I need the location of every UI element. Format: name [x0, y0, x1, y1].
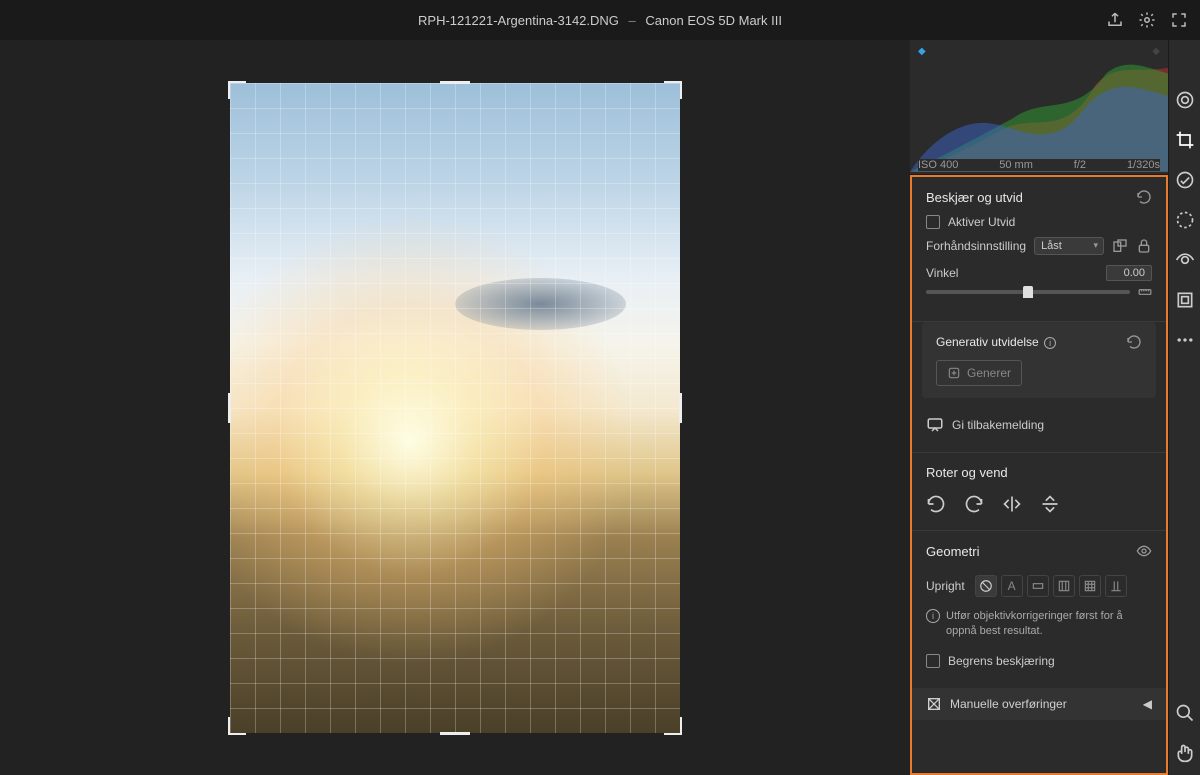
histogram[interactable]: ◆ ◆ ISO 400 50 mm f/2 1/320s [910, 40, 1168, 175]
generate-button[interactable]: Generer [936, 360, 1022, 386]
rotate-ccw-icon[interactable] [926, 494, 946, 514]
crop-handle-top[interactable] [440, 81, 470, 84]
upright-label: Upright [926, 579, 965, 593]
reset-gen-icon[interactable] [1126, 334, 1142, 350]
more-tools-icon[interactable] [1175, 330, 1195, 350]
preset-select[interactable]: Låst [1034, 237, 1104, 255]
constrain-crop-label: Begrens beskjæring [948, 654, 1055, 668]
angle-label: Vinkel [926, 266, 958, 280]
crop-handle-right[interactable] [679, 393, 682, 423]
upright-auto-icon[interactable]: A [1001, 575, 1023, 597]
geometry-section: Geometri Upright A [912, 531, 1166, 688]
constrain-crop-checkbox[interactable] [926, 654, 940, 668]
feedback-link[interactable]: Gi tilbakemelding [926, 412, 1152, 438]
exposure-metadata: ISO 400 50 mm f/2 1/320s [918, 159, 1160, 171]
camera-model: Canon EOS 5D Mark III [645, 13, 782, 28]
tool-strip [1168, 40, 1200, 775]
upright-full-icon[interactable] [1079, 575, 1101, 597]
collapse-left-icon: ◀ [1143, 697, 1152, 711]
upright-vertical-icon[interactable] [1053, 575, 1075, 597]
manual-label: Manuelle overføringer [950, 697, 1067, 711]
transform-icon [926, 696, 942, 712]
feedback-label: Gi tilbakemelding [952, 418, 1044, 432]
top-bar: RPH-121221-Argentina-3142.DNG – Canon EO… [0, 0, 1200, 40]
flip-horizontal-icon[interactable] [1002, 494, 1022, 514]
crop-tool-icon[interactable] [1175, 130, 1195, 150]
crop-handle-left[interactable] [228, 393, 231, 423]
angle-slider[interactable] [926, 290, 1130, 294]
upright-level-icon[interactable] [1027, 575, 1049, 597]
reset-crop-icon[interactable] [1136, 189, 1152, 205]
crop-handle-tl[interactable] [228, 81, 246, 99]
meta-focal: 50 mm [999, 159, 1033, 171]
fullscreen-icon[interactable] [1170, 11, 1188, 29]
canvas[interactable] [0, 40, 910, 775]
document-title: RPH-121221-Argentina-3142.DNG – Canon EO… [418, 13, 782, 28]
visibility-icon[interactable] [1136, 543, 1152, 559]
zoom-tool-icon[interactable] [1175, 703, 1195, 723]
right-column: ◆ ◆ ISO 400 50 mm f/2 1/320s Beskjæ [910, 40, 1200, 775]
highlight-clip-indicator[interactable]: ◆ [1152, 46, 1160, 57]
flip-vertical-icon[interactable] [1040, 494, 1060, 514]
straighten-tool-icon[interactable] [1138, 285, 1152, 299]
heal-tool-icon[interactable] [1175, 170, 1195, 190]
panels: ◆ ◆ ISO 400 50 mm f/2 1/320s Beskjæ [910, 40, 1168, 775]
rotate-title: Roter og vend [926, 465, 1008, 480]
geometry-title: Geometri [926, 544, 979, 559]
info-icon[interactable]: i [1044, 337, 1056, 349]
angle-value[interactable]: 0.00 [1106, 265, 1152, 281]
mask-tool-icon[interactable] [1175, 210, 1195, 230]
rotate-section: Roter og vend [912, 453, 1166, 531]
enable-expand-checkbox[interactable] [926, 215, 940, 229]
upright-guided-icon[interactable] [1105, 575, 1127, 597]
preset-label: Forhåndsinnstilling [926, 239, 1026, 253]
crop-handle-tr[interactable] [664, 81, 682, 99]
tip-info-icon: i [926, 609, 940, 623]
meta-shutter: 1/320s [1127, 159, 1160, 171]
upright-off-icon[interactable] [975, 575, 997, 597]
photo-preview [230, 83, 680, 733]
panel-scroll[interactable]: Beskjær og utvid Aktiver Utvid Forhåndsi… [910, 175, 1168, 775]
angle-thumb[interactable] [1023, 286, 1033, 298]
crop-handle-bl[interactable] [228, 717, 246, 735]
title-separator: – [629, 13, 636, 28]
main-area: ◆ ◆ ISO 400 50 mm f/2 1/320s Beskjæ [0, 40, 1200, 775]
edit-tool-icon[interactable] [1175, 90, 1195, 110]
presets-tool-icon[interactable] [1175, 290, 1195, 310]
gen-title: Generativ utvidelse i [936, 335, 1056, 349]
manual-transforms-toggle[interactable]: Manuelle overføringer ◀ [912, 688, 1166, 720]
swap-orientation-icon[interactable] [1112, 238, 1128, 254]
export-icon[interactable] [1106, 11, 1124, 29]
shadow-clip-indicator[interactable]: ◆ [918, 46, 926, 57]
generate-label: Generer [967, 366, 1011, 380]
meta-iso: ISO 400 [918, 159, 958, 171]
settings-icon[interactable] [1138, 11, 1156, 29]
crop-handle-bottom[interactable] [440, 732, 470, 735]
crop-handle-br[interactable] [664, 717, 682, 735]
crop-section: Beskjær og utvid Aktiver Utvid Forhåndsi… [912, 177, 1166, 322]
crop-title: Beskjær og utvid [926, 190, 1023, 205]
geometry-tip: Utfør objektivkorrigeringer først for å … [946, 609, 1152, 640]
redeye-tool-icon[interactable] [1175, 250, 1195, 270]
meta-aperture: f/2 [1074, 159, 1086, 171]
hand-tool-icon[interactable] [1175, 743, 1195, 763]
image-crop-frame[interactable] [230, 83, 680, 733]
filename: RPH-121221-Argentina-3142.DNG [418, 13, 619, 28]
rotate-cw-icon[interactable] [964, 494, 984, 514]
generative-section: Generativ utvidelse i Generer [922, 322, 1156, 398]
lock-icon[interactable] [1136, 238, 1152, 254]
enable-expand-label: Aktiver Utvid [948, 215, 1015, 229]
topbar-actions [1106, 11, 1188, 29]
